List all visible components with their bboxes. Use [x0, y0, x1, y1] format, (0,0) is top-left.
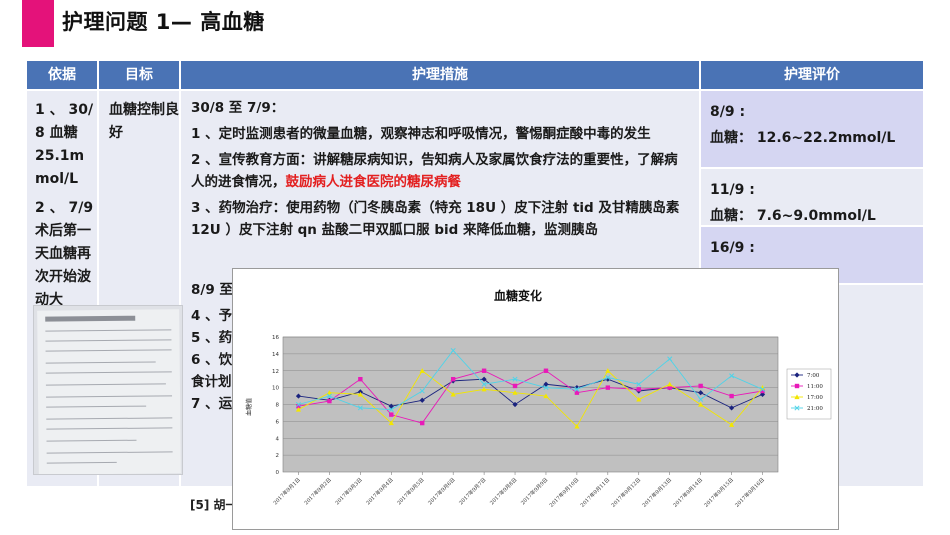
x-tick-label: 2017年9月16日: [733, 476, 766, 509]
x-tick-label: 2017年9月5日: [395, 476, 426, 507]
data-point: [543, 368, 549, 373]
nursing-record-photo: [33, 305, 183, 475]
chart-y-axis-label: 血糖值: [245, 398, 253, 416]
data-point: [389, 412, 394, 417]
x-tick-label: 2017年9月12日: [609, 476, 642, 509]
measure-item: 1 、定时监测患者的微量血糖，观察神志和呼吸情况，警惕酮症酸中毒的发生: [191, 126, 651, 142]
x-tick-label: 2017年9月7日: [457, 476, 488, 507]
y-tick-label: 12: [272, 369, 279, 375]
header-measures: 护理措施: [181, 61, 701, 89]
record-paper: [37, 309, 181, 474]
y-tick-label: 16: [272, 335, 279, 341]
data-point: [512, 383, 518, 389]
header-basis: 依据: [27, 61, 99, 89]
table-header-row: 依据 目标 护理措施 护理评价: [27, 61, 923, 89]
evaluation-value: 血糖： 12.6~22.2mmol/L: [710, 130, 896, 146]
data-point: [420, 420, 425, 426]
x-tick-label: 2017年9月4日: [364, 476, 395, 507]
chart-legend: 7:00 11:00 17:00 21:00: [786, 368, 832, 420]
chart-title: 血糖变化: [494, 288, 542, 303]
measure-highlight: 鼓励病人进食医院的糖尿病餐: [285, 174, 462, 190]
y-tick-label: 10: [272, 386, 279, 392]
x-tick-label: 2017年9月1日: [271, 476, 302, 507]
header-evaluation: 护理评价: [784, 67, 840, 83]
chart-svg: 血糖变化 血糖值 0 2 4 6 8 10 12 14 16 2017年9月1日 2017年9月2日…: [245, 288, 832, 509]
x-tick-label: 2017年9月13日: [640, 476, 673, 509]
legend-label: 7:00: [807, 373, 820, 379]
x-tick-label: 2017年9月15日: [702, 476, 735, 509]
evaluation-date: 8/9 :: [710, 104, 746, 120]
y-tick-label: 14: [272, 352, 279, 358]
y-tick-label: 0: [276, 470, 280, 476]
data-point: [450, 376, 456, 382]
blood-sugar-chart: 血糖变化 血糖值 0 2 4 6 8 10 12 14 16 2017年9月1日 2017年9月2日…: [232, 268, 839, 530]
evaluation-entry: 11/9 : 血糖： 7.6~9.0mmol/L: [701, 169, 923, 227]
x-tick-label: 2017年9月9日: [519, 476, 550, 507]
slide-title: 护理问题 1— 高血糖: [62, 10, 265, 34]
header-goal: 目标: [99, 61, 181, 89]
x-tick-label: 2017年9月14日: [671, 476, 704, 509]
measure-item: 3 、药物治疗：使用药物（门冬胰岛素（特充 18U ）皮下注射 tid 及甘精胰…: [191, 200, 680, 238]
measure-item: 2 、宣传教育方面：讲解糖尿病知识，告知病人及家属饮食疗法的重要性，了解病人的进…: [191, 149, 689, 193]
legend-label: 21:00: [807, 406, 823, 412]
x-tick-label: 2017年9月2日: [302, 476, 333, 507]
accent-block: [22, 0, 54, 47]
y-tick-label: 8: [276, 403, 280, 409]
y-tick-label: 4: [276, 436, 280, 442]
x-tick-label: 2017年9月6日: [426, 476, 457, 507]
citation: [5] 胡一: [190, 498, 238, 512]
data-point: [698, 383, 703, 389]
x-tick-label: 2017年9月8日: [488, 476, 519, 507]
x-tick-label: 2017年9月10日: [547, 476, 580, 509]
measure-period: 30/8 至 7/9：: [191, 100, 285, 116]
evaluation-date: 11/9 :: [710, 182, 755, 198]
data-point: [605, 385, 611, 390]
basis-item: 2 、 7/9 术后第一天血糖再次开始波动大: [35, 200, 94, 308]
data-point: [327, 398, 332, 404]
evaluation-value: 血糖： 7.6~9.0mmol/L: [710, 208, 876, 224]
x-tick-label: 2017年9月3日: [333, 476, 364, 507]
evaluation-date: 16/9 :: [710, 240, 755, 256]
evaluation-entry: 8/9 : 血糖： 12.6~22.2mmol/L: [701, 91, 923, 169]
data-point: [481, 368, 487, 373]
data-point: [794, 383, 800, 389]
basis-item: 1 、 30/ 8 血糖 25.1m mol/L: [35, 102, 94, 187]
data-point: [729, 393, 734, 399]
data-point: [358, 376, 363, 382]
plot-area: 0 2 4 6 8 10 12 14 16 2017年9月1日 2017年9月2日 2017年9月3日…: [271, 335, 779, 509]
y-tick-label: 2: [276, 453, 280, 459]
legend-label: 17:00: [807, 395, 823, 401]
x-tick-label: 2017年9月11日: [578, 476, 611, 509]
legend-label: 11:00: [807, 384, 823, 390]
data-point: [636, 387, 641, 392]
y-tick-label: 6: [276, 419, 280, 425]
